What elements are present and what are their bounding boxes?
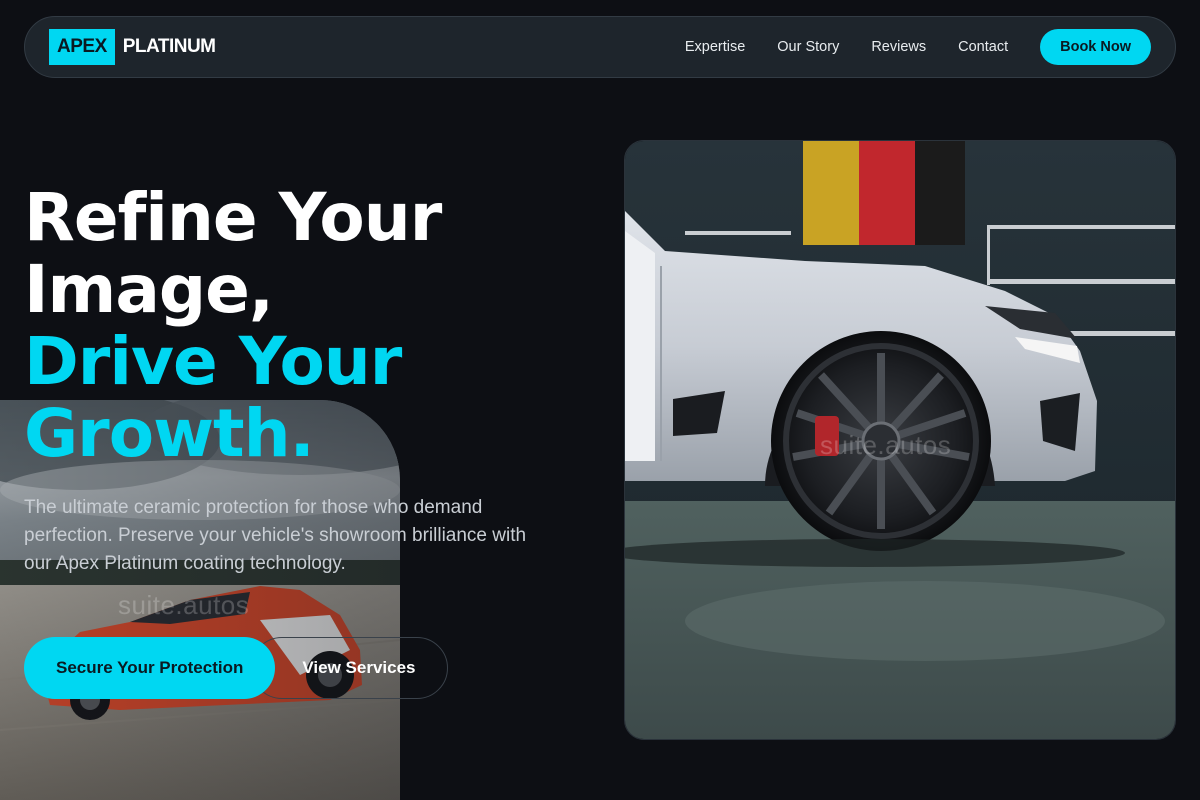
hero-headline: Refine Your Image, Drive Your Growth. (24, 179, 442, 472)
nav-link-contact[interactable]: Contact (958, 39, 1008, 55)
navbar: APEX PLATINUM Expertise Our Story Review… (24, 16, 1176, 78)
hero-section: Refine Your Image, Drive Your Growth. (24, 179, 442, 472)
logo-badge: APEX (49, 29, 115, 65)
headline-line-3: Drive Your (24, 323, 402, 400)
secure-protection-button[interactable]: Secure Your Protection (24, 637, 276, 699)
hero-description: The ultimate ceramic protection for thos… (24, 497, 527, 574)
view-services-button[interactable]: View Services (251, 637, 449, 699)
headline-line-2: Image, (24, 251, 274, 328)
nav-links: Expertise Our Story Reviews Contact Book… (685, 29, 1151, 65)
headline-line-1: Refine Your (24, 179, 442, 256)
book-now-button[interactable]: Book Now (1040, 29, 1151, 65)
headline-line-4: Growth. (24, 395, 315, 472)
cta-row: Secure Your Protection View Services (24, 637, 449, 699)
nav-link-reviews[interactable]: Reviews (871, 39, 926, 55)
nav-link-expertise[interactable]: Expertise (685, 39, 745, 55)
watermark-text-right: suite.autos (820, 430, 952, 460)
logo-name: PLATINUM (122, 36, 216, 57)
brand-logo[interactable]: APEX PLATINUM (49, 29, 216, 65)
nav-link-our-story[interactable]: Our Story (777, 39, 839, 55)
watermark-text: suite.autos (118, 590, 250, 620)
